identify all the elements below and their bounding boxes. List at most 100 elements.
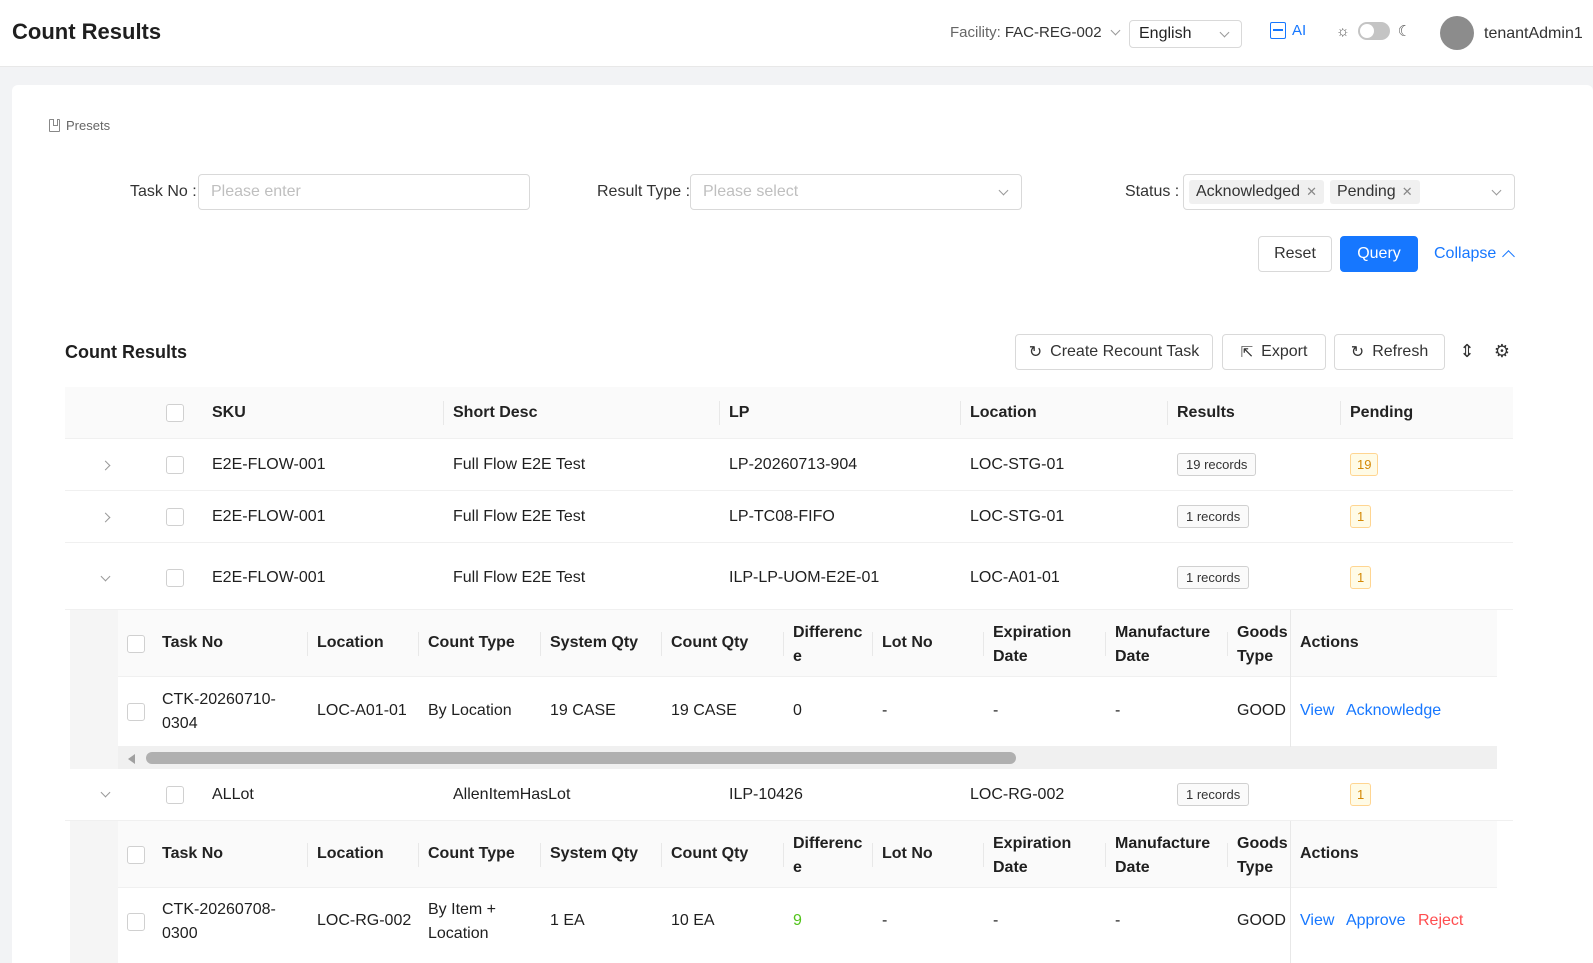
refresh-label: Refresh (1372, 343, 1429, 360)
presets-label: Presets (66, 118, 111, 133)
close-icon[interactable]: ✕ (1402, 184, 1413, 200)
column-header-actions: Actions (1300, 845, 1359, 862)
view-link[interactable]: View (1300, 912, 1334, 929)
difference-cell: 9 (793, 912, 802, 929)
results-badge[interactable]: 19 records (1177, 453, 1257, 476)
create-recount-task-button[interactable]: ↻ Create Recount Task (1015, 334, 1213, 370)
column-header-count-qty[interactable]: Count Qty (671, 845, 748, 863)
row-checkbox[interactable] (127, 913, 145, 931)
collapse-row-icon[interactable] (100, 787, 111, 798)
results-badge[interactable]: 1 records (1177, 505, 1250, 528)
username[interactable]: tenantAdmin1 (1484, 25, 1583, 43)
column-header-lot-no[interactable]: Lot No (882, 845, 933, 863)
facility-value: FAC-REG-002 (1004, 24, 1102, 41)
column-header-expiration-date[interactable]: Expiration Date (993, 832, 1071, 880)
collapse-row-icon[interactable] (100, 571, 111, 582)
language-select[interactable]: English (1129, 20, 1242, 48)
goods-type-cell: GOOD (1237, 702, 1286, 719)
row-checkbox[interactable] (166, 508, 184, 526)
status-select[interactable]: Acknowledged ✕ Pending ✕ (1183, 174, 1515, 210)
approve-link[interactable]: Approve (1346, 912, 1406, 929)
nested-table-row: CTK-20260708- 0300 LOC-RG-002 By Item + Lo… (118, 888, 1497, 963)
scrollbar-thumb[interactable] (146, 752, 1016, 764)
nested-table: Task No Location Count Type System Qty C… (70, 610, 1497, 769)
ai-assistant-icon (1270, 22, 1286, 39)
nested-select-all-checkbox[interactable] (127, 846, 145, 864)
lot-no-cell: - (882, 912, 888, 929)
column-header-goods-type[interactable]: Goods Type (1237, 621, 1288, 669)
column-header-difference[interactable]: Differenc e (793, 832, 862, 880)
column-header-lp[interactable]: LP (729, 404, 749, 422)
gear-icon[interactable]: ⚙ (1491, 340, 1513, 362)
bookmark-icon (49, 119, 60, 132)
lp-cell: ILP-10426 (729, 786, 803, 803)
section-title: Count Results (65, 342, 188, 362)
export-button[interactable]: ⇱ Export (1222, 334, 1326, 370)
column-header-task-no[interactable]: Task No (162, 845, 223, 863)
column-header-manufacture-date[interactable]: Manufacture Date (1115, 832, 1210, 880)
column-header-count-type[interactable]: Count Type (428, 845, 515, 863)
location-cell: LOC-A01-01 (317, 702, 407, 719)
collapse-link[interactable]: Collapse (1434, 245, 1516, 263)
acknowledge-link[interactable]: Acknowledge (1346, 702, 1441, 719)
column-header-system-qty[interactable]: System Qty (550, 634, 638, 652)
column-header-short-desc[interactable]: Short Desc (453, 404, 537, 422)
column-header-task-no[interactable]: Task No (162, 634, 223, 652)
column-header-expiration-date[interactable]: Expiration Date (993, 621, 1071, 669)
task-no-input[interactable] (198, 174, 530, 210)
view-link[interactable]: View (1300, 702, 1334, 719)
sku-cell: ALLot (212, 786, 254, 803)
column-header-location[interactable]: Location (317, 634, 384, 652)
column-header-results[interactable]: Results (1177, 404, 1235, 422)
reset-button[interactable]: Reset (1258, 236, 1332, 272)
column-header-goods-type[interactable]: Goods Type (1237, 832, 1288, 880)
column-header-pending[interactable]: Pending (1350, 404, 1413, 422)
nested-select-all-checkbox[interactable] (127, 635, 145, 653)
ai-button[interactable]: AI (1270, 22, 1306, 39)
pending-badge: 1 (1350, 566, 1372, 589)
row-checkbox[interactable] (127, 703, 145, 721)
column-header-difference[interactable]: Differenc e (793, 621, 862, 669)
sku-cell: E2E-FLOW-001 (212, 508, 326, 525)
column-header-count-qty[interactable]: Count Qty (671, 634, 748, 652)
column-height-icon[interactable]: ⇕ (1456, 340, 1478, 362)
row-checkbox[interactable] (166, 456, 184, 474)
refresh-button[interactable]: ↻ Refresh (1334, 334, 1445, 370)
column-header-lot-no[interactable]: Lot No (882, 634, 933, 652)
actions-cell: View Approve Reject (1300, 912, 1463, 930)
page-title: Count Results (12, 19, 162, 44)
sku-cell: E2E-FLOW-001 (212, 456, 326, 473)
row-checkbox[interactable] (166, 569, 184, 587)
horizontal-scrollbar[interactable] (118, 747, 1497, 769)
lot-no-cell: - (882, 702, 888, 719)
column-header-sku[interactable]: SKU (212, 404, 246, 422)
chevron-down-icon (1110, 25, 1120, 36)
location-cell: LOC-RG-002 (317, 912, 412, 929)
short-desc-cell: AllenItemHasLot (453, 786, 571, 803)
reject-link[interactable]: Reject (1418, 912, 1463, 929)
close-icon[interactable]: ✕ (1306, 184, 1317, 200)
column-header-manufacture-date[interactable]: Manufacture Date (1115, 621, 1210, 669)
scroll-left-icon[interactable] (128, 754, 135, 764)
column-header-count-type[interactable]: Count Type (428, 634, 515, 652)
short-desc-cell: Full Flow E2E Test (453, 508, 586, 525)
results-badge[interactable]: 1 records (1177, 566, 1250, 589)
select-all-checkbox[interactable] (166, 404, 184, 422)
count-type-cell: By Item + Location (428, 901, 497, 942)
status-tag-acknowledged: Acknowledged ✕ (1189, 180, 1324, 204)
facility-label: Facility: (950, 24, 1001, 41)
column-header-location[interactable]: Location (970, 404, 1037, 422)
expand-icon[interactable] (100, 512, 111, 523)
expand-icon[interactable] (100, 460, 111, 471)
query-button[interactable]: Query (1340, 236, 1418, 272)
presets-button[interactable]: Presets (49, 118, 110, 133)
result-type-select[interactable]: Please select (690, 174, 1022, 210)
results-badge[interactable]: 1 records (1177, 783, 1250, 806)
column-header-system-qty[interactable]: System Qty (550, 845, 638, 863)
avatar[interactable] (1440, 16, 1474, 50)
row-checkbox[interactable] (166, 786, 184, 804)
theme-toggle[interactable] (1357, 22, 1390, 40)
facility-selector[interactable]: Facility: FAC-REG-002 (950, 24, 1123, 41)
result-type-label: Result Type : (597, 183, 691, 200)
column-header-location[interactable]: Location (317, 845, 384, 863)
